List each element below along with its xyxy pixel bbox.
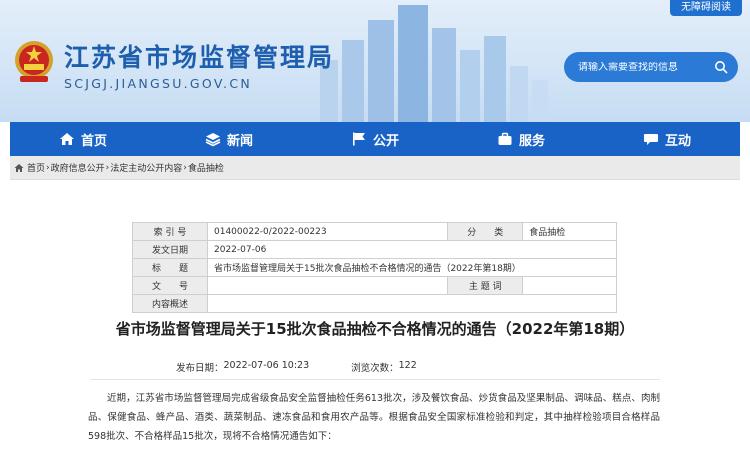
view-count-value: 122: [398, 360, 417, 371]
briefcase-icon: [498, 132, 512, 145]
breadcrumb: 首页 › 政府信息公开 › 法定主动公开内容 › 食品抽检: [10, 156, 740, 180]
title-label: 标 题: [132, 258, 208, 277]
layers-icon: [205, 133, 221, 147]
date-label: 发文日期: [132, 240, 208, 259]
table-row: 发文日期 2022-07-06: [132, 240, 617, 259]
nav-item-label: 首页: [80, 133, 107, 149]
skyline-illustration: [320, 5, 548, 122]
flag-icon: [352, 132, 365, 146]
view-count-label: 浏览次数：: [351, 363, 399, 374]
category-value: 食品抽检: [522, 222, 617, 241]
breadcrumb-legal-content[interactable]: 法定主动公开内容: [110, 161, 182, 174]
breadcrumb-food-inspection[interactable]: 食品抽检: [188, 161, 224, 174]
index-no-label: 索 引 号: [132, 222, 208, 241]
main-nav: 首页 新闻 公开 服务 互动: [10, 122, 740, 156]
site-domain: SCJGJ.JIANGSU.GOV.CN: [64, 76, 253, 91]
table-row: 索 引 号 01400022-0/2022-00223 分 类 食品抽检: [132, 222, 617, 241]
nav-item-label: 新闻: [226, 133, 253, 149]
nav-item-label: 服务: [518, 133, 545, 149]
table-row: 标 题 省市场监督管理局关于15批次食品抽检不合格情况的通告（2022年第18期…: [132, 258, 617, 277]
site-title[interactable]: 江苏省市场监督管理局: [64, 38, 334, 74]
category-label: 分 类: [447, 222, 524, 241]
title-value: 省市场监督管理局关于15批次食品抽检不合格情况的通告（2022年第18期）: [207, 258, 617, 277]
breadcrumb-separator: ›: [183, 162, 187, 173]
home-icon: [59, 133, 74, 145]
search-box[interactable]: [564, 52, 738, 82]
publish-info: 发布日期： 2022-07-06 10:23 浏览次数： 122: [176, 360, 417, 374]
document-meta-table: 索 引 号 01400022-0/2022-00223 分 类 食品抽检 发文日…: [132, 222, 617, 313]
site-header: 无障碍阅读 江苏省市场监督管理局 SCJGJ.JIANGSU.GOV.CN: [0, 0, 750, 122]
publish-date-label: 发布日期：: [176, 363, 224, 374]
summary-value: [207, 294, 617, 313]
doc-no-label: 文 号: [132, 276, 208, 295]
article-body: 近期，江苏省市场监督管理局完成省级食品安全监督抽检任务613批次，涉及餐饮食品、…: [88, 393, 660, 442]
national-emblem-icon: [15, 41, 53, 82]
home-icon: [14, 163, 24, 172]
accessibility-button[interactable]: 无障碍阅读: [670, 0, 742, 16]
breadcrumb-separator: ›: [105, 162, 110, 173]
divider: [90, 379, 660, 380]
nav-item-label: 公开: [372, 133, 399, 149]
summary-label: 内容概述: [132, 294, 208, 313]
table-row: 文 号 主 题 词: [132, 276, 617, 295]
breadcrumb-gov-info[interactable]: 政府信息公开: [51, 161, 105, 174]
nav-item-news[interactable]: 新闻: [156, 122, 302, 156]
chat-icon: [643, 134, 658, 145]
search-input[interactable]: [578, 61, 714, 73]
publish-date-value: 2022-07-06 10:23: [223, 360, 310, 371]
breadcrumb-separator: ›: [46, 162, 50, 173]
nav-item-home[interactable]: 首页: [10, 122, 156, 156]
nav-item-label: 互动: [664, 133, 691, 149]
nav-item-open[interactable]: 公开: [302, 122, 448, 156]
date-value: 2022-07-06: [207, 240, 617, 259]
search-icon[interactable]: [714, 60, 728, 74]
index-no-value: 01400022-0/2022-00223: [206, 222, 449, 241]
breadcrumb-home[interactable]: 首页: [27, 161, 45, 174]
nav-item-interaction[interactable]: 互动: [594, 122, 740, 156]
doc-no-value: [206, 276, 449, 295]
subject-label: 主 题 词: [447, 276, 524, 295]
table-row: 内容概述: [132, 294, 617, 313]
article-title: 省市场监督管理局关于15批次食品抽检不合格情况的通告（2022年第18期）: [115, 320, 635, 338]
subject-value: [522, 276, 617, 295]
nav-item-service[interactable]: 服务: [448, 122, 594, 156]
